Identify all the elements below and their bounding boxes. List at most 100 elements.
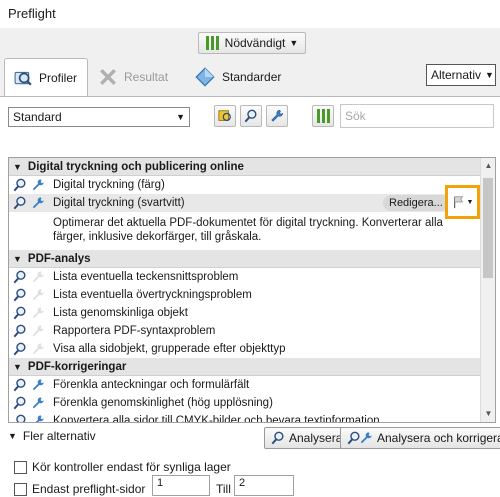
magnifier-icon: [244, 109, 257, 123]
magnifier-icon: [13, 270, 26, 284]
wrench-icon: [32, 379, 44, 391]
chevron-down-icon: ▼: [466, 198, 474, 206]
wrench-icon: [271, 110, 283, 122]
profile-options-button[interactable]: [214, 105, 236, 127]
profile-description: Optimerar det aktuella PDF-dokumentet fö…: [53, 217, 443, 243]
chevron-down-icon: ▼: [176, 112, 185, 122]
list-item-label: Lista eventuella övertryckningsproblem: [53, 289, 252, 301]
list-item[interactable]: Lista eventuella teckensnittsproblem: [9, 268, 495, 286]
chevron-down-icon: ▼: [485, 70, 494, 80]
scroll-down-icon[interactable]: ▼: [481, 406, 495, 422]
standards-icon: [195, 67, 215, 87]
group-title: PDF-korrigeringar: [27, 360, 127, 373]
group-header[interactable]: ▼ PDF-korrigeringar: [9, 358, 495, 376]
group-title: PDF-analys: [27, 252, 91, 265]
list-item[interactable]: Förenkla genomskinlighet (hög upplösning…: [9, 394, 495, 412]
search-input[interactable]: Sök: [340, 104, 494, 128]
window-title: Preflight: [8, 6, 56, 21]
list-item-label: Visa alla sidobjekt, grupperade efter ob…: [53, 343, 286, 355]
page-to-input[interactable]: 2: [234, 475, 294, 496]
bars-icon: [205, 36, 219, 50]
tab-resultat[interactable]: Resultat: [98, 58, 168, 96]
list-item[interactable]: Digital tryckning (färg): [9, 176, 495, 194]
fix-button[interactable]: [266, 105, 288, 127]
magnifier-icon: [13, 378, 26, 392]
wrench-icon: [32, 325, 44, 337]
magnifier-icon: [13, 196, 26, 210]
analyze-and-fix-button[interactable]: Analysera och korrigera: [340, 427, 500, 449]
expand-triangle-icon[interactable]: ▼: [13, 254, 22, 264]
severity-filter-button[interactable]: [312, 105, 334, 127]
group-title: Digital tryckning och publicering online: [27, 160, 244, 173]
wrench-icon: [32, 397, 44, 409]
magnifier-icon: [13, 288, 26, 302]
analyze-label: Analysera: [289, 431, 343, 445]
severity-label: Nödvändigt: [224, 36, 286, 50]
list-item-selected[interactable]: Digital tryckning (svartvitt) Redigera..…: [9, 185, 495, 219]
list-item[interactable]: Rapportera PDF-syntaxproblem: [9, 322, 495, 340]
wrench-icon: [35, 415, 44, 422]
list-item[interactable]: Visa alla sidobjekt, grupperade efter ob…: [9, 340, 495, 358]
find-button[interactable]: [240, 105, 262, 127]
page-from-input[interactable]: 1: [152, 475, 210, 496]
tab-standarder[interactable]: Standarder: [194, 58, 281, 96]
tab-resultat-label: Resultat: [124, 70, 169, 84]
profiles-panel: Standard ▼ Sök ▼ Digital tryckning och p…: [0, 96, 500, 497]
list-item-label: Lista genomskinliga objekt: [53, 307, 188, 319]
flag-menu-button[interactable]: ▼: [445, 185, 480, 219]
search-placeholder: Sök: [345, 109, 366, 123]
edit-button[interactable]: Redigera...: [383, 195, 449, 211]
magnifier-icon: [13, 178, 26, 192]
magnifier-icon: [271, 431, 284, 445]
list-item-label: Digital tryckning (svartvitt): [53, 197, 185, 209]
wrench-icon: [360, 432, 372, 444]
list-item[interactable]: Lista genomskinliga objekt: [9, 304, 495, 322]
bars-icon: [316, 109, 330, 123]
preflight-pages-checkbox[interactable]: [14, 483, 27, 496]
tab-standarder-label: Standarder: [222, 70, 282, 84]
profile-library-value: Standard: [13, 110, 62, 124]
tab-row: Profiler Resultat Standarder Alternativ …: [0, 58, 500, 96]
magnifier-icon: [13, 306, 26, 320]
group-header[interactable]: ▼ Digital tryckning och publicering onli…: [9, 158, 495, 176]
profiles-icon: [14, 71, 32, 86]
list-item-label: Rapportera PDF-syntaxproblem: [53, 325, 216, 337]
wrench-icon: [32, 307, 44, 319]
list-item[interactable]: Konvertera alla sidor till CMYK-bilder o…: [9, 412, 495, 423]
wrench-icon: [32, 343, 44, 355]
magnifier-icon: [13, 342, 26, 356]
preflight-pages-label: Endast preflight-sidor: [32, 482, 146, 496]
magnifier-icon: [13, 324, 26, 338]
preflight-dialog: Nödvändigt ▼ Profiler Resultat Standarde…: [0, 28, 500, 497]
magnifier-icon: [16, 414, 26, 422]
chevron-down-icon: ▼: [289, 38, 299, 48]
expand-triangle-icon[interactable]: ▼: [13, 162, 22, 172]
results-icon: [100, 69, 116, 85]
list-item-label: Förenkla genomskinlighet (hög upplösning…: [53, 397, 273, 409]
visible-layers-label: Kör kontroller endast för synliga lager: [32, 460, 231, 474]
options-dropdown[interactable]: Alternativ ▼: [426, 64, 496, 86]
wrench-icon: [32, 271, 44, 283]
list-item[interactable]: Lista eventuella övertryckningsproblem: [9, 286, 495, 304]
flag-icon: [453, 196, 463, 209]
profile-list[interactable]: ▼ Digital tryckning och publicering onli…: [8, 157, 496, 423]
severity-dropdown[interactable]: Nödvändigt ▼: [198, 32, 306, 54]
list-item-label: Konvertera alla sidor till CMYK-bilder o…: [53, 415, 380, 423]
expand-triangle-icon[interactable]: ▼: [13, 362, 22, 372]
scroll-up-icon[interactable]: ▲: [481, 158, 495, 174]
more-options-toggle[interactable]: ▼ Fler alternativ: [8, 429, 96, 443]
tab-profiler[interactable]: Profiler: [4, 58, 88, 96]
wrench-icon: [32, 197, 44, 209]
list-item-label: Digital tryckning (färg): [53, 179, 165, 191]
title-bar: Preflight: [0, 0, 500, 28]
more-options-label: Fler alternativ: [22, 429, 96, 443]
list-item[interactable]: Förenkla anteckningar och formulärfält: [9, 376, 495, 394]
list-scrollbar[interactable]: ▲ ▼: [480, 158, 495, 422]
analyze-button[interactable]: Analysera: [264, 427, 350, 449]
list-item-label: Förenkla anteckningar och formulärfält: [53, 379, 250, 391]
group-header[interactable]: ▼ PDF-analys: [9, 250, 495, 268]
scroll-thumb[interactable]: [483, 178, 493, 278]
visible-layers-checkbox[interactable]: [14, 461, 27, 474]
profile-options-icon: [218, 110, 231, 122]
profile-library-select[interactable]: Standard ▼: [8, 107, 190, 127]
